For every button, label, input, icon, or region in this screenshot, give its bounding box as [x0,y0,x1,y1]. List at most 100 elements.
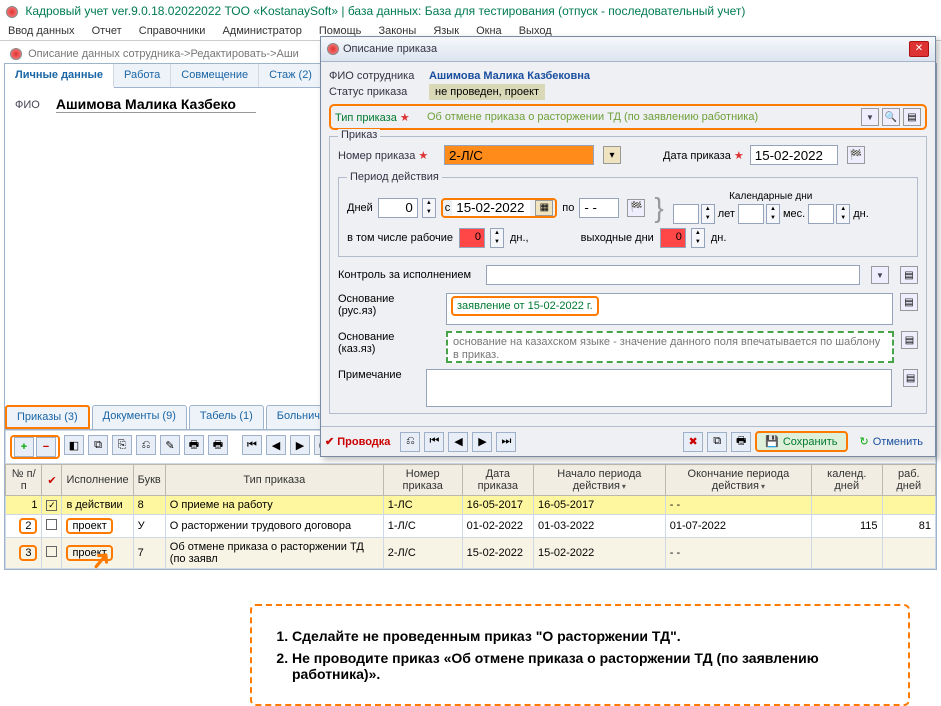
close-icon[interactable]: ✕ [909,41,929,57]
table-row[interactable]: 3 проект 7 Об отмене приказа о расторжен… [6,538,936,569]
nav-last[interactable]: ⏭ [496,432,516,452]
num-picker-icon[interactable]: ▾ [603,146,621,164]
tab-personal[interactable]: Личные данные [5,64,114,88]
tab-orders[interactable]: Приказы (3) [5,405,90,429]
row-checkbox[interactable] [46,546,57,557]
chevron-down-icon[interactable]: ▼ [871,266,889,284]
edit-button[interactable]: ▤ [901,331,918,349]
col-exec[interactable]: Исполнение [62,465,133,496]
col-num[interactable]: № п/п [6,465,42,496]
nav-next[interactable]: ▶ [472,432,492,452]
delete-icon[interactable]: ✖ [683,432,703,452]
col-bukv[interactable]: Букв [133,465,165,496]
sort-icon[interactable]: ▾ [622,482,626,491]
edit-button[interactable]: ▤ [903,369,918,387]
nav-prev[interactable]: ◀ [448,432,468,452]
save-button[interactable]: 💾Сохранить [755,431,847,452]
nav-next[interactable]: ▶ [290,435,310,455]
col-check[interactable]: ✔ [42,465,62,496]
days-spinner[interactable]: ▲▼ [422,198,436,218]
doc-button[interactable]: ▤ [903,108,921,126]
date-from-input[interactable] [452,200,530,216]
order-date-input[interactable] [750,145,838,165]
breadcrumb-icon [10,48,22,60]
edit-button[interactable]: ▤ [900,293,918,311]
weekend-label: выходные дни [581,232,654,244]
nav-first[interactable]: ⏮ [242,435,262,455]
doc-button[interactable]: ▤ [900,266,918,284]
sort-icon[interactable]: ▾ [761,482,765,491]
toolbar-btn[interactable]: ⎌ [136,435,156,455]
toolbar-btn[interactable]: 🖶 [208,435,228,455]
osn-kz-value[interactable]: основание на казахском языке - значение … [446,331,894,363]
col-work[interactable]: раб. дней [882,465,936,496]
fio-label: ФИО сотрудника [329,70,429,82]
days2-input[interactable] [808,204,834,224]
fio-value: Ашимова Малика Казбеко [56,96,256,113]
add-button[interactable]: + [14,437,34,457]
status-value: не проведен, проект [429,84,545,100]
tab-work[interactable]: Работа [114,64,171,87]
col-type[interactable]: Тип приказа [165,465,383,496]
orders-table: № п/п ✔ Исполнение Букв Тип приказа Номе… [5,464,936,569]
menu-item[interactable]: Справочники [139,25,206,37]
print-icon[interactable]: 🖶 [731,432,751,452]
print-button[interactable]: 🖶 [184,435,204,455]
row-checkbox[interactable] [46,519,57,530]
months-input[interactable] [738,204,764,224]
work-days-input[interactable]: 0 [459,228,485,248]
menu-item[interactable]: Отчет [92,25,122,37]
spinner[interactable]: ▲▼ [691,228,705,248]
order-number-input[interactable] [444,145,594,165]
type-value[interactable]: Об отмене приказа о расторжении ТД (по з… [427,111,858,123]
tab-documents[interactable]: Документы (9) [92,405,187,429]
type-label: Тип приказа ★ [335,111,427,124]
provodka-button[interactable]: ✔ Проводка [325,435,390,448]
table-row[interactable]: 1 ✓ в действии 8 О приеме на работу 1-ЛС… [6,496,936,515]
spinner[interactable]: ▲▼ [490,228,504,248]
table-row[interactable]: 2 проект У О расторжении трудового догов… [6,515,936,538]
toolbar-btn[interactable]: ⎘ [112,435,132,455]
control-input[interactable] [486,265,860,285]
delete-button[interactable]: − [36,437,56,457]
copy-button[interactable]: ⧉ [88,435,108,455]
cancel-button[interactable]: ↻Отменить [852,433,931,450]
cal-days-label: Календарные дни [673,191,869,202]
note-input[interactable] [426,369,892,407]
note-1: Сделайте не проведенным приказ "О растор… [292,628,886,644]
row-checkbox[interactable]: ✓ [46,500,57,511]
toolbar-btn[interactable]: ⎌ [400,432,420,452]
spinner[interactable]: ▲▼ [701,204,715,224]
days-input[interactable] [378,198,418,218]
nav-prev[interactable]: ◀ [266,435,286,455]
col-cal[interactable]: календ. дней [812,465,882,496]
col-end[interactable]: Окончание периода действия▾ [665,465,811,496]
col-ordnum[interactable]: Номер приказа [383,465,462,496]
spinner[interactable]: ▲▼ [766,204,780,224]
spinner[interactable]: ▲▼ [836,204,850,224]
lookup-button[interactable]: 🔍 [882,108,900,126]
calendar-icon[interactable]: ▦ [535,200,553,216]
years-input[interactable] [673,204,699,224]
tab-stage[interactable]: Стаж (2) [259,64,323,87]
date-to-input[interactable] [579,198,619,218]
nav-first[interactable]: ⏮ [424,432,444,452]
chevron-down-icon[interactable]: ▼ [861,108,879,126]
calendar-icon[interactable]: 🏁 [847,146,865,164]
breadcrumb-text: Описание данных сотрудника->Редактироват… [28,48,299,60]
exec-highlight: проект [66,518,112,534]
toolbar-btn[interactable]: ✎ [160,435,180,455]
weekend-input[interactable]: 0 [660,228,686,248]
osn-ru-value[interactable]: заявление от 15-02-2022 г. [451,296,599,316]
col-start[interactable]: Начало периода действия▾ [533,465,665,496]
brace-icon: } [650,198,667,218]
copy-icon[interactable]: ⧉ [707,432,727,452]
osn-kz-label: Основание (каз.яз) [338,331,438,355]
tab-tabel[interactable]: Табель (1) [189,405,264,429]
calendar-icon[interactable]: 🏁 [627,199,645,217]
menu-item[interactable]: Администратор [222,25,301,37]
toolbar-btn[interactable]: ◧ [64,435,84,455]
col-date[interactable]: Дата приказа [462,465,533,496]
tab-combine[interactable]: Совмещение [171,64,259,87]
menu-item[interactable]: Ввод данных [8,25,75,37]
